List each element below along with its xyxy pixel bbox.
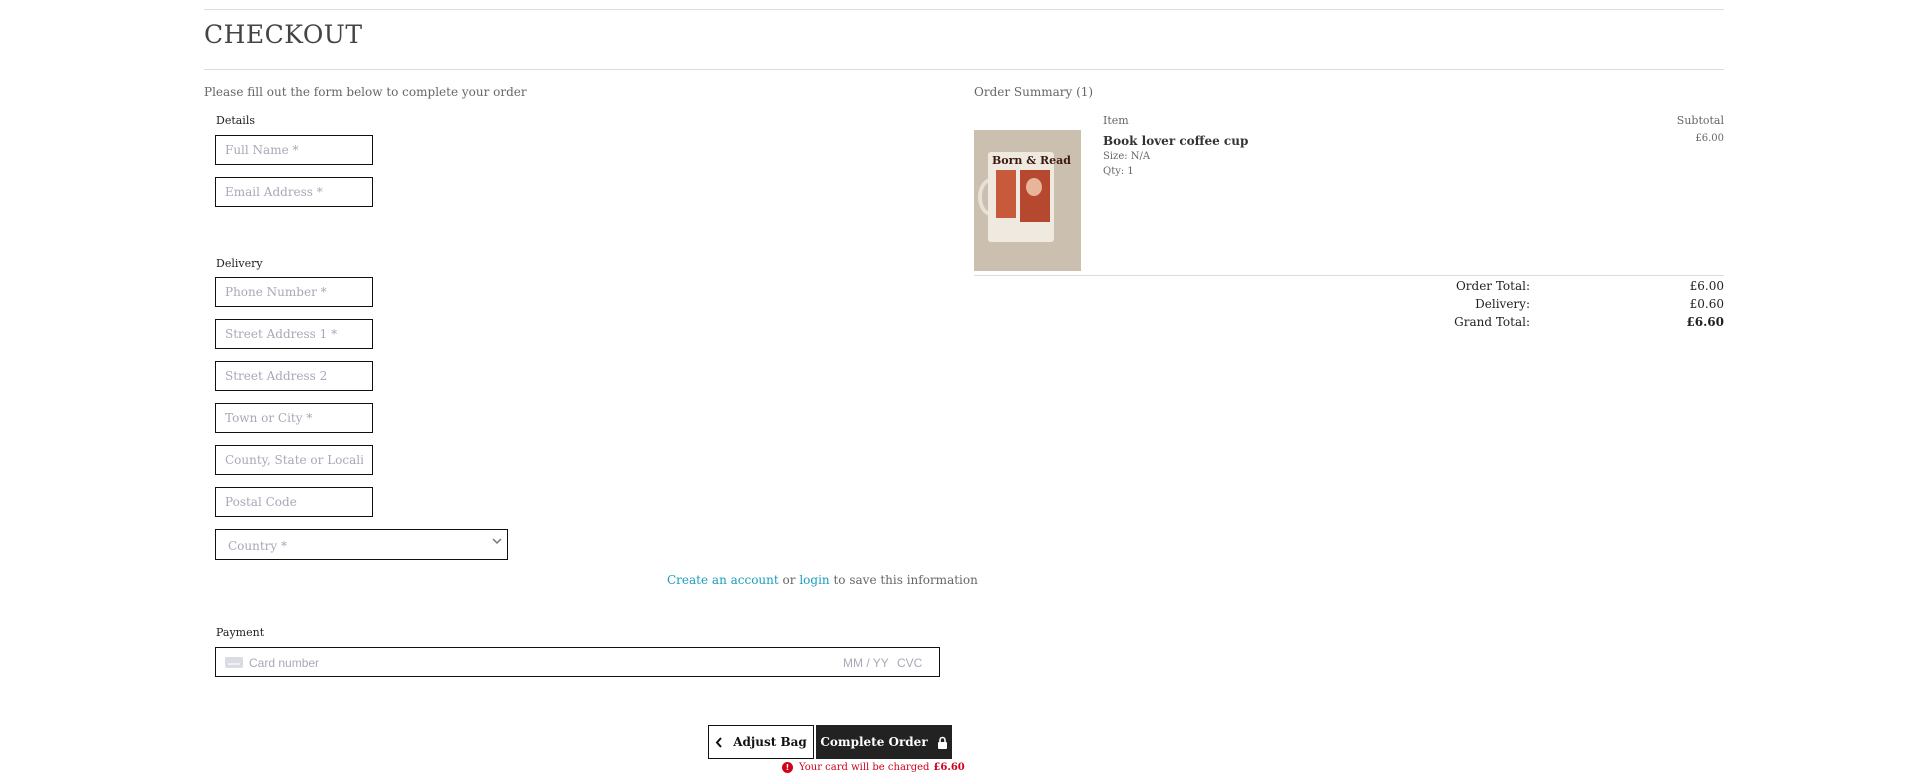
delivery-heading: Delivery: [216, 257, 263, 270]
mug-body: Born & Read: [988, 152, 1071, 242]
delivery-value: £0.60: [1689, 297, 1724, 311]
street-address-1-input[interactable]: [215, 319, 373, 349]
card-cvc-placeholder: CVC: [897, 656, 923, 670]
grand-total-label: Grand Total:: [1454, 315, 1530, 329]
page-title: CHECKOUT: [204, 20, 363, 49]
product-size: Size: N/A: [1103, 151, 1151, 162]
subtotal-column-header: Subtotal: [1676, 114, 1724, 127]
full-name-input[interactable]: [215, 135, 373, 165]
save-info-or: or: [782, 573, 796, 587]
create-account-link[interactable]: Create an account: [667, 573, 779, 587]
card-number-placeholder: Card number: [249, 656, 320, 670]
mug-artwork-right: [1020, 170, 1050, 222]
product-name: Book lover coffee cup: [1103, 134, 1249, 148]
postcode-input[interactable]: [215, 487, 373, 517]
county-input[interactable]: [215, 445, 373, 475]
phone-input[interactable]: [215, 277, 373, 307]
product-subtotal: £6.00: [1695, 133, 1724, 144]
complete-order-button[interactable]: Complete Order: [816, 725, 952, 759]
card-input[interactable]: Card number MM / YY CVC: [215, 647, 940, 677]
save-info-text: Create an account or login to save this …: [667, 573, 978, 587]
order-total-label: Order Total:: [1455, 279, 1530, 293]
charge-notice: ! Your card will be charged £6.60: [782, 762, 965, 773]
item-column-header: Item: [1103, 114, 1129, 127]
product-qty: Qty: 1: [1103, 166, 1134, 177]
delivery-label: Delivery:: [1475, 297, 1530, 311]
title-divider: [204, 69, 1724, 70]
order-total-value: £6.00: [1689, 279, 1724, 293]
lock-icon: [937, 736, 948, 749]
details-heading: Details: [216, 114, 255, 127]
charge-notice-amount: £6.60: [933, 762, 965, 773]
login-link[interactable]: login: [799, 573, 829, 587]
credit-card-icon: [225, 657, 243, 668]
adjust-bag-button[interactable]: Adjust Bag: [708, 725, 814, 759]
payment-heading: Payment: [216, 626, 265, 639]
top-divider: [204, 9, 1724, 10]
mug-logo-text: Born & Read: [992, 154, 1071, 167]
order-summary-heading: Order Summary (1): [974, 85, 1094, 99]
chevron-left-icon: [715, 736, 723, 748]
product-image: Born & Read: [974, 130, 1081, 271]
card-expiry-placeholder: MM / YY: [843, 656, 889, 670]
form-instructions: Please fill out the form below to comple…: [204, 85, 527, 99]
summary-divider: [974, 275, 1724, 276]
town-input[interactable]: [215, 403, 373, 433]
email-input[interactable]: [215, 177, 373, 207]
complete-order-label: Complete Order: [820, 735, 928, 749]
country-select-value: Country *: [228, 539, 288, 553]
exclamation-icon: !: [782, 762, 793, 773]
grand-total-value: £6.60: [1686, 315, 1724, 329]
adjust-bag-label: Adjust Bag: [733, 735, 807, 749]
chevron-down-icon: [491, 535, 503, 550]
country-select[interactable]: Country *: [215, 529, 508, 560]
street-address-2-input[interactable]: [215, 361, 373, 391]
save-info-suffix: to save this information: [833, 573, 978, 587]
mug-artwork-left: [996, 170, 1016, 218]
charge-notice-text: Your card will be charged: [799, 762, 930, 773]
